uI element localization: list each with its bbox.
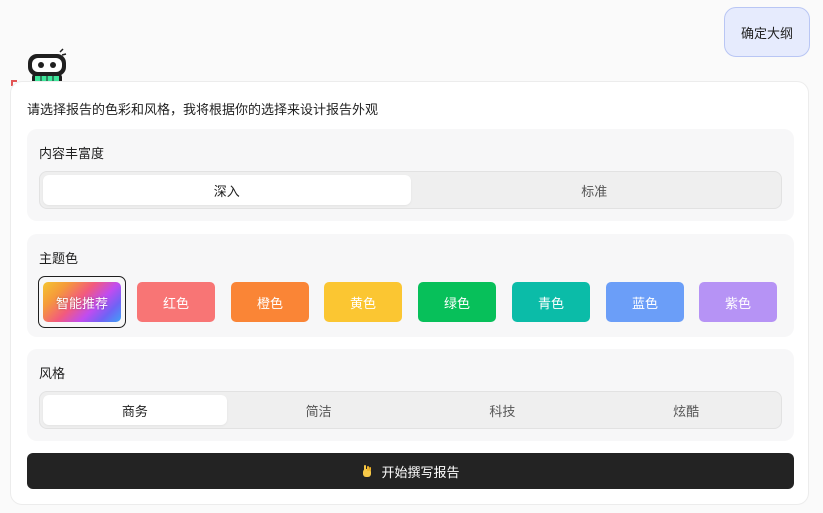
intro-text: 请选择报告的色彩和风格，我将根据你的选择来设计报告外观 (27, 103, 379, 118)
hand-icon (363, 465, 372, 477)
richness-section: 内容丰富度 深入 标准 (27, 129, 794, 221)
style-option-business[interactable]: 商务 (43, 395, 227, 425)
swatch-smart[interactable]: 智能推荐 (43, 282, 121, 322)
swatch-blue[interactable]: 蓝色 (606, 282, 684, 322)
style-option-simple[interactable]: 简洁 (227, 395, 411, 425)
start-writing-report-button[interactable]: 开始撰写报告 (27, 453, 794, 489)
theme-color-swatches: 智能推荐 红色 橙色 黄色 绿色 青色 蓝色 紫色 (38, 276, 782, 328)
style-section: 风格 商务 简洁 科技 炫酷 (27, 349, 794, 441)
style-segmented-control: 商务 简洁 科技 炫酷 (39, 391, 782, 429)
theme-color-title: 主题色 (39, 252, 79, 267)
swatch-green[interactable]: 绿色 (418, 282, 496, 322)
richness-title: 内容丰富度 (39, 147, 105, 162)
swatch-purple[interactable]: 紫色 (699, 282, 777, 322)
richness-option-deep[interactable]: 深入 (43, 175, 411, 205)
theme-color-section: 主题色 智能推荐 红色 橙色 黄色 绿色 青色 蓝色 紫色 (27, 234, 794, 337)
swatch-red[interactable]: 红色 (137, 282, 215, 322)
style-option-tech[interactable]: 科技 (411, 395, 595, 425)
start-writing-report-label: 开始撰写报告 (381, 465, 460, 481)
confirm-outline-bubble: 确定大纲 (724, 7, 810, 57)
report-settings-card: 请选择报告的色彩和风格，我将根据你的选择来设计报告外观 内容丰富度 深入 标准 … (10, 81, 809, 505)
confirm-outline-label: 确定大纲 (740, 26, 793, 42)
style-title: 风格 (39, 367, 66, 382)
richness-option-standard[interactable]: 标准 (411, 175, 779, 205)
swatch-cyan[interactable]: 青色 (512, 282, 590, 322)
swatch-yellow[interactable]: 黄色 (324, 282, 402, 322)
style-option-cool[interactable]: 炫酷 (594, 395, 778, 425)
swatch-orange[interactable]: 橙色 (231, 282, 309, 322)
richness-segmented-control: 深入 标准 (39, 171, 782, 209)
